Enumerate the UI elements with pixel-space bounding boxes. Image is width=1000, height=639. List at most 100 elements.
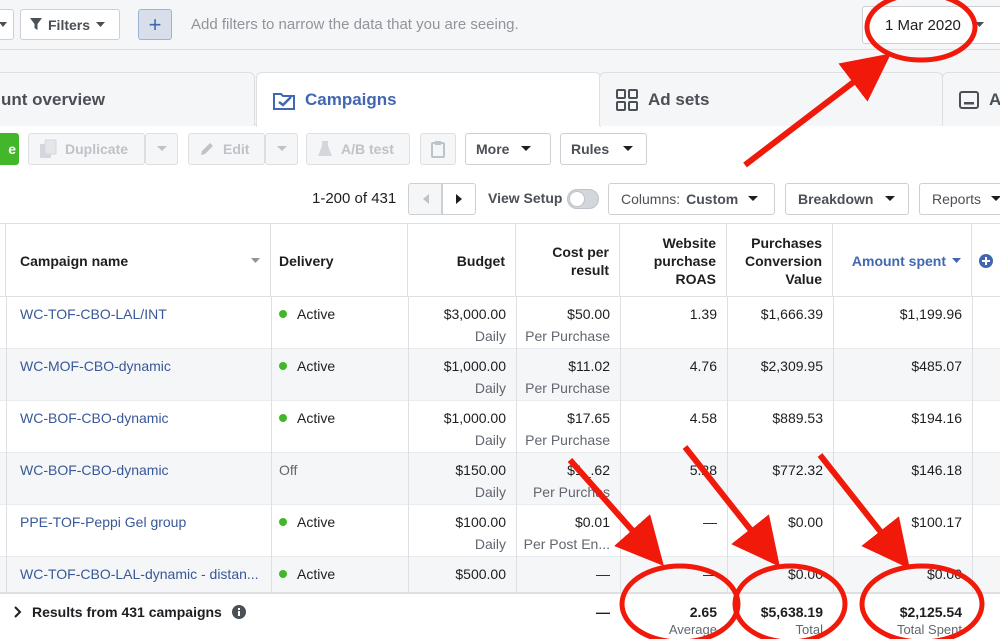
budget-value: $1,000.00 — [443, 358, 506, 374]
amount-spent-value: $146.18 — [911, 462, 962, 478]
pencil-icon — [201, 143, 213, 155]
columns-button[interactable]: Columns: Custom — [608, 183, 775, 215]
dropdown-stub-button[interactable] — [0, 9, 14, 40]
budget-sub: Daily — [474, 536, 506, 552]
campaign-name-link[interactable]: WC-TOF-CBO-LAL/INT — [20, 306, 167, 322]
header-label-line: Conversion — [744, 252, 822, 269]
prev-page-button[interactable] — [408, 183, 442, 215]
summary-amount-spent: $2,125.54 — [899, 604, 962, 620]
duplicate-icon — [40, 139, 57, 158]
cost-sub: Per Purchas — [532, 484, 610, 500]
column-header-website-purchase-roas[interactable]: Website purchase ROAS — [620, 224, 727, 297]
campaign-name-link[interactable]: WC-BOF-CBO-dynamic — [20, 462, 169, 478]
campaign-name-cell: PPE-TOF-Peppi Gel group — [6, 505, 271, 557]
amount-spent-cell: $146.18 — [833, 453, 972, 505]
budget-cell: $1,000.00 Daily — [408, 349, 516, 401]
delivery-status: Active — [297, 566, 336, 582]
edit-button[interactable]: Edit — [188, 133, 265, 165]
chevron-down-icon — [623, 146, 634, 151]
column-header-cost-per-result[interactable]: Cost per result — [516, 224, 620, 297]
roas-value: 4.76 — [689, 358, 717, 374]
tab-account-overview[interactable]: unt overview — [0, 72, 255, 126]
results-summary-toggle[interactable]: Results from 431 campaigns — [14, 604, 246, 620]
date-range-picker[interactable]: 1 Mar 2020 — [862, 6, 1000, 44]
grid-icon — [616, 88, 638, 111]
table-row[interactable]: WC-BOF-CBO-dynamic Active $1,000.00 Daily $1… — [0, 401, 1000, 453]
info-icon[interactable] — [231, 605, 246, 619]
cost-per-result-cell: $11.02 Per Purchase — [516, 349, 620, 401]
filter-bar: Filters + Add filters to narrow the data… — [0, 0, 1000, 50]
table-row[interactable]: PPE-TOF-Peppi Gel group Active $100.00 Dail… — [0, 505, 1000, 557]
add-filter-button[interactable]: + — [138, 9, 172, 40]
campaign-name-link[interactable]: PPE-TOF-Peppi Gel group — [20, 514, 186, 530]
more-button[interactable]: More — [465, 133, 551, 165]
results-summary-label: Results from 431 campaigns — [32, 604, 222, 620]
column-header-amount-spent[interactable]: Amount spent — [833, 224, 972, 297]
create-button[interactable]: e — [0, 133, 19, 165]
campaign-name-cell: WC-BOF-CBO-dynamic — [6, 401, 271, 453]
budget-sub: Daily — [474, 328, 506, 344]
campaign-name-link[interactable]: WC-TOF-CBO-LAL-dynamic - distan... — [20, 566, 259, 582]
header-label-line: Value — [785, 270, 822, 287]
ab-test-button[interactable]: A/B test — [306, 133, 410, 165]
duplicate-button[interactable]: Duplicate — [28, 133, 145, 165]
funnel-icon — [30, 18, 42, 30]
cost-per-result-cell: $17.65 Per Purchase — [516, 401, 620, 453]
rules-label: Rules — [571, 141, 610, 157]
columns-value: Custom — [686, 191, 739, 207]
header-label-line: Website — [662, 234, 716, 251]
edit-label: Edit — [223, 141, 250, 157]
rules-button[interactable]: Rules — [560, 133, 647, 165]
reports-label: Reports — [932, 191, 982, 207]
tab-campaigns[interactable]: Campaigns — [256, 72, 601, 127]
campaign-name-link[interactable]: WC-MOF-CBO-dynamic — [20, 358, 171, 374]
column-header-delivery[interactable]: Delivery — [271, 224, 408, 297]
next-page-button[interactable] — [442, 183, 476, 215]
tab-label: A — [989, 89, 1000, 109]
table-row[interactable]: WC-BOF-CBO-dynamic Off $150.00 Daily $1_.62 P… — [0, 453, 1000, 505]
header-label-line: purchase — [653, 252, 716, 269]
chevron-down-icon — [96, 21, 106, 27]
duplicate-dropdown-button[interactable] — [145, 133, 178, 165]
delivery-status: Active — [297, 306, 336, 322]
reports-button[interactable]: Reports — [919, 183, 1000, 215]
cost-value: $0.01 — [574, 514, 610, 530]
budget-value: $3,000.00 — [443, 306, 506, 322]
tab-ad-sets[interactable]: Ad sets — [599, 72, 943, 126]
tab-ads[interactable]: A — [942, 72, 1000, 126]
filters-button[interactable]: Filters — [20, 9, 120, 40]
tab-label: Campaigns — [305, 90, 397, 109]
header-label: Campaign name — [20, 252, 129, 269]
roas-cell: 4.76 — [620, 349, 727, 401]
campaign-name-cell: WC-TOF-CBO-LAL/INT — [6, 297, 271, 349]
table-header: Campaign name Delivery Budget Cost per r… — [0, 224, 1000, 297]
table-row[interactable]: WC-MOF-CBO-dynamic Active $1,000.00 Daily $1… — [0, 349, 1000, 401]
column-header-campaign-name[interactable]: Campaign name — [6, 224, 271, 297]
clipboard-button[interactable] — [420, 133, 456, 165]
chevron-down-icon — [156, 146, 167, 151]
delivery-status: Active — [297, 514, 336, 530]
amount-spent-value: $485.07 — [911, 358, 962, 374]
add-column-button[interactable] — [972, 224, 1000, 297]
cost-per-result-cell: $50.00 Per Purchase — [516, 297, 620, 349]
table-row[interactable]: WC-TOF-CBO-LAL/INT Active $3,000.00 Daily $5… — [0, 297, 1000, 349]
campaign-name-link[interactable]: WC-BOF-CBO-dynamic — [20, 410, 169, 426]
create-label: e — [8, 141, 16, 157]
column-header-budget[interactable]: Budget — [408, 224, 516, 297]
view-setup-toggle[interactable] — [567, 189, 599, 209]
summary-conversion-value: $5,638.19 — [760, 604, 823, 620]
column-header-purchases-conversion-value[interactable]: Purchases Conversion Value — [727, 224, 833, 297]
conversion-value: $0.00 — [787, 566, 823, 582]
cost-per-result-cell: $1_.62 Per Purchas — [516, 453, 620, 505]
level-tabs: unt overview Campaigns Ad sets A — [0, 50, 1000, 127]
chevron-left-icon — [422, 194, 429, 204]
toggle-knob — [569, 191, 585, 207]
ad-monitor-icon — [959, 90, 979, 109]
breakdown-button[interactable]: Breakdown — [785, 183, 909, 215]
amount-spent-value: $1,199.96 — [899, 306, 962, 322]
chevron-down-icon — [276, 146, 287, 151]
summary-amount-spent-sub: Total Spent — [896, 622, 962, 637]
edit-dropdown-button[interactable] — [265, 133, 298, 165]
header-label-line: result — [570, 261, 609, 278]
conversion-value-cell: $889.53 — [727, 401, 833, 453]
